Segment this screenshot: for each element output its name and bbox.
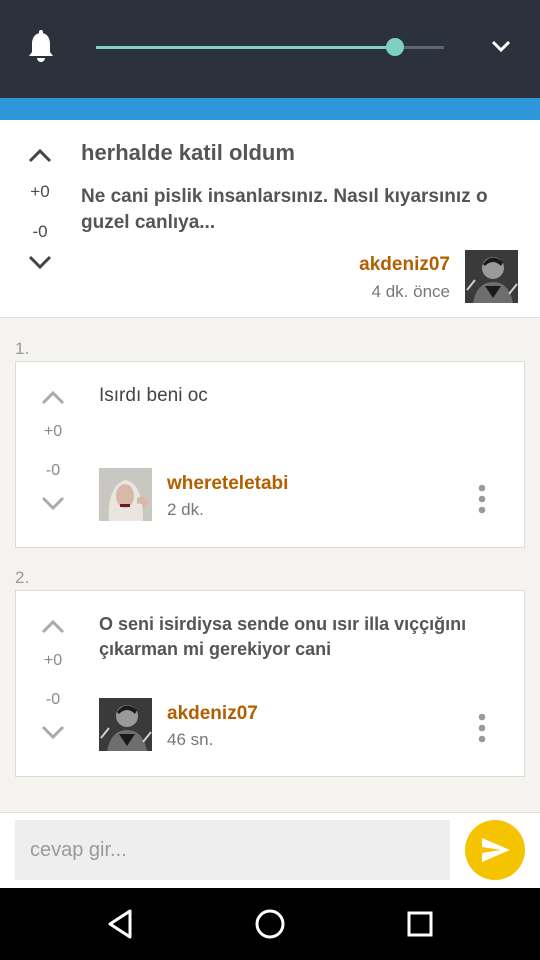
bell-icon[interactable] [26,30,56,64]
downvote-icon[interactable] [39,722,67,742]
comment-timestamp: 46 sn. [167,730,214,749]
send-button[interactable] [465,820,525,880]
back-icon[interactable] [102,906,138,942]
comment-author-link[interactable]: akdeniz07 [167,703,258,725]
post-title: herhalde katil oldum [81,140,295,165]
comment-text: Isırdı beni oc [99,385,208,406]
downvote-icon[interactable] [39,493,67,513]
upvote-icon[interactable] [39,388,67,408]
more-vert-icon[interactable] [477,713,487,743]
comment-author-link[interactable]: whereteletabi [167,473,288,495]
chevron-down-icon[interactable] [488,36,514,56]
slider-fill [96,46,396,49]
downvote-count: -0 [45,691,61,708]
reply-input[interactable] [15,820,450,880]
top-bar [0,0,540,98]
accent-strip [0,98,540,120]
comment-timestamp: 2 dk. [167,500,204,519]
recents-icon[interactable] [402,906,438,942]
upvote-count: +0 [43,652,63,669]
upvote-count: +0 [30,182,50,201]
home-icon[interactable] [252,906,288,942]
downvote-icon[interactable] [26,252,54,272]
downvote-count: -0 [45,462,61,479]
comment-index: 1. [15,339,30,358]
post-author-link[interactable]: akdeniz07 [359,254,450,276]
post-timestamp: 4 dk. önce [371,282,450,301]
downvote-count: -0 [32,222,48,241]
avatar[interactable] [99,468,152,521]
send-icon [482,838,510,862]
avatar[interactable] [99,698,152,751]
upvote-count: +0 [43,423,63,440]
comment-text: O seni isirdiysa sende onu ısır illa vıç… [99,614,467,659]
avatar[interactable] [465,250,518,303]
upvote-icon[interactable] [39,617,67,637]
upvote-icon[interactable] [26,146,54,166]
comment-index: 2. [15,568,30,587]
post-body: Ne cani pislik insanlarsınız. Nasıl kıya… [81,186,488,233]
more-vert-icon[interactable] [477,484,487,514]
